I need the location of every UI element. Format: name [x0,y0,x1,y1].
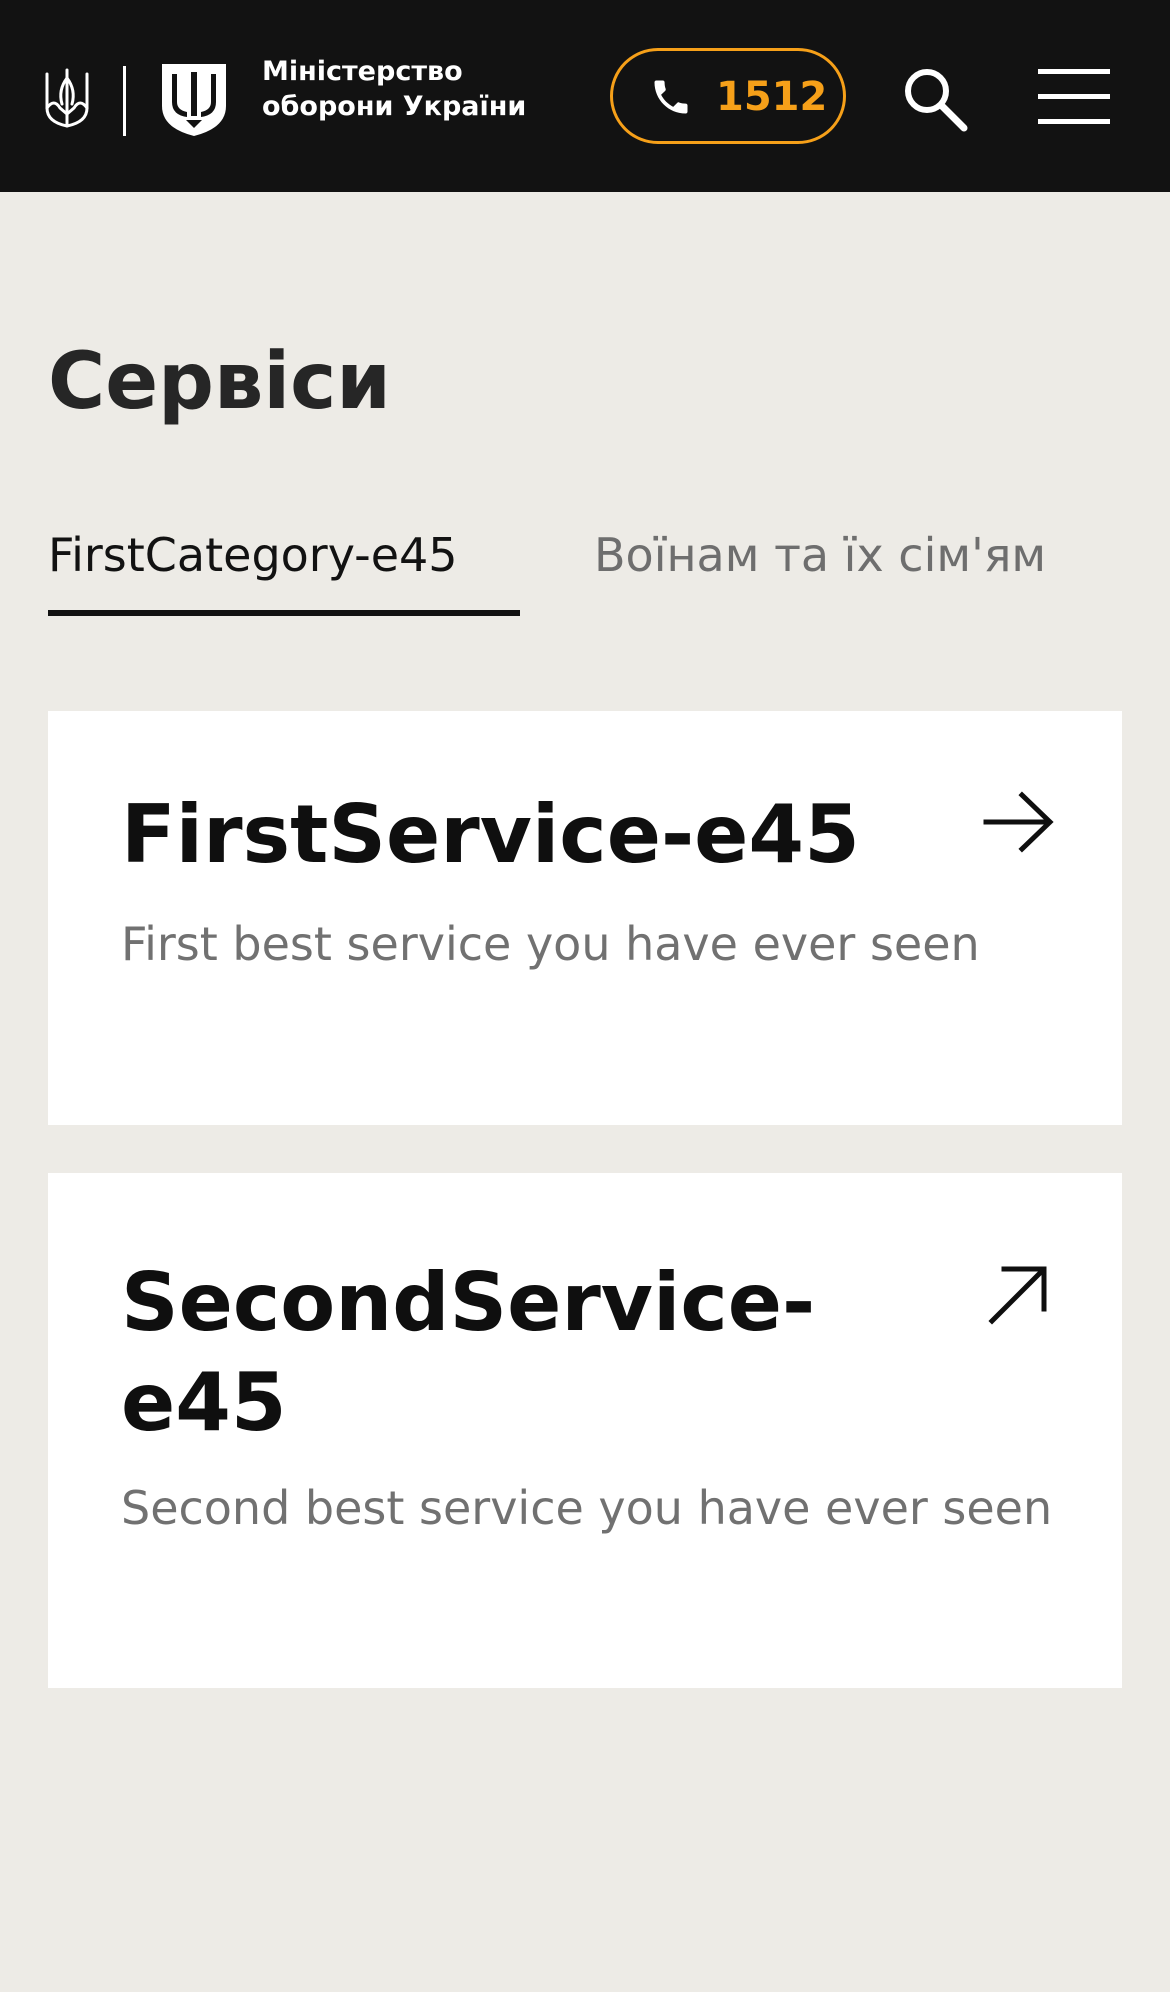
hotline-number: 1512 [716,74,828,120]
service-title: FirstService-e45 [121,788,860,881]
category-tabs: FirstCategory-e45 Воїнам та їх сім'ям [48,520,1128,616]
tab-first-category[interactable]: FirstCategory-e45 [48,520,520,616]
mod-shield-icon[interactable] [160,62,228,138]
page-title: Сервіси [48,337,391,427]
ministry-name[interactable]: Міністерство оборони України [262,54,562,124]
search-icon[interactable] [900,64,970,134]
tab-label: FirstCategory-e45 [48,528,458,582]
hotline-button[interactable]: 1512 [610,48,846,144]
arrow-up-right-external-icon [988,1266,1047,1325]
ministry-name-line1: Міністерство [262,56,463,87]
service-description: First best service you have ever seen [121,917,980,971]
arrow-right-icon [983,791,1054,853]
service-card[interactable]: SecondService-e45 Second best service yo… [48,1173,1122,1688]
logo-divider [123,66,126,136]
phone-icon [654,80,688,114]
site-header: Міністерство оборони України 1512 [0,0,1170,192]
trident-icon[interactable] [44,68,90,132]
service-description: Second best service you have ever seen [121,1481,1053,1535]
tab-label: Воїнам та їх сім'ям [594,528,1047,582]
active-tab-indicator [48,610,520,616]
hamburger-menu-icon[interactable] [1034,66,1112,128]
tab-warriors-families[interactable]: Воїнам та їх сім'ям [594,520,1046,616]
service-card[interactable]: FirstService-e45 First best service you … [48,711,1122,1125]
ministry-name-line2: оборони України [262,91,527,122]
service-title: SecondService-e45 [121,1256,816,1449]
